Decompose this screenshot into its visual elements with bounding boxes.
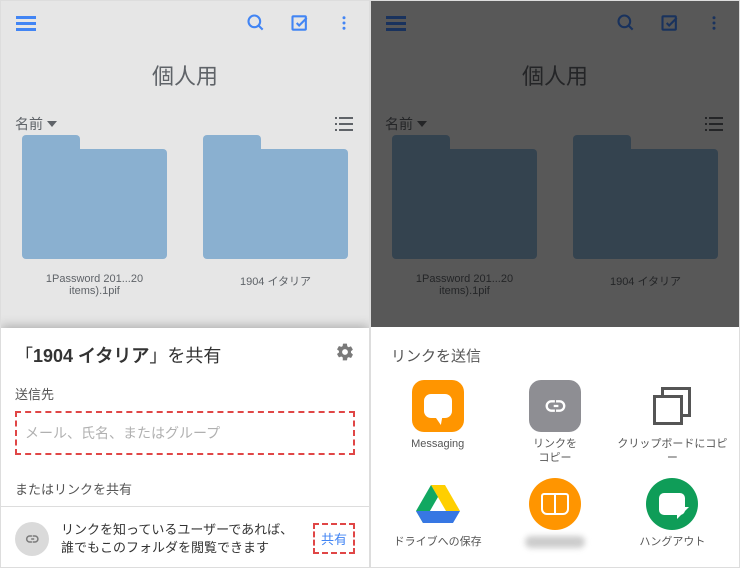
gdrive-icon	[412, 478, 464, 530]
hangouts-icon	[646, 478, 698, 530]
folder-item[interactable]: 1Password 201...20 items).1pif	[19, 149, 170, 297]
link-send-title: リンクを送信	[391, 345, 719, 366]
screen-share-dialog: 個人用 名前 1Password 201...20 items).1pif	[0, 0, 370, 568]
share-bottom-sheet: 「1904 イタリア」を共有 送信先 メール、氏名、またはグループ またはリンク…	[1, 328, 369, 567]
folder-label: 1904 イタリア	[200, 273, 351, 289]
share-button[interactable]: 共有	[313, 523, 355, 554]
folder-icon	[22, 149, 167, 259]
send-to-label: 送信先	[15, 384, 355, 403]
copylink-icon	[529, 380, 581, 432]
menu-icon[interactable]	[15, 12, 37, 34]
more-icon[interactable]	[333, 12, 355, 34]
recipient-placeholder: メール、氏名、またはグループ	[25, 425, 220, 441]
share-title: 「1904 イタリア」を共有	[15, 342, 221, 368]
app-label: ハングアウト	[614, 536, 731, 550]
app-copy-link[interactable]: リンクを コピー	[496, 380, 613, 466]
app-label	[525, 536, 585, 548]
page-title: 個人用	[1, 45, 369, 113]
link-description: リンクを知っているユーザーであれば、誰でもこのフォルダを閲覧できます	[61, 521, 301, 557]
app-label: ドライブへの保存	[379, 536, 496, 550]
link-icon	[15, 522, 49, 556]
sort-label: 名前	[15, 114, 43, 134]
folder-item[interactable]: 1904 イタリア	[200, 149, 351, 297]
recipient-input[interactable]: メール、氏名、またはグループ	[15, 411, 355, 455]
app-hangouts[interactable]: ハングアウト	[614, 478, 731, 550]
app-drive-save[interactable]: ドライブへの保存	[379, 478, 496, 550]
divider	[1, 506, 369, 507]
app-label: クリップボードにコピー	[614, 438, 731, 466]
or-link-label: またはリンクを共有	[15, 479, 355, 498]
link-send-sheet: リンクを送信 Messaging リンクを コピー クリップボードにコピー	[371, 327, 739, 567]
app-clipboard[interactable]: クリップボードにコピー	[614, 380, 731, 466]
clipboard-icon	[646, 380, 698, 432]
books-icon	[529, 478, 581, 530]
topbar	[1, 1, 369, 45]
folder-icon	[203, 149, 348, 259]
sort-button[interactable]: 名前	[15, 114, 57, 134]
gear-icon[interactable]	[335, 342, 355, 367]
folder-label: 1Password 201...20 items).1pif	[19, 273, 170, 297]
app-messaging[interactable]: Messaging	[379, 380, 496, 466]
search-icon[interactable]	[245, 12, 267, 34]
screen-link-send: 個人用 名前 1Password 201...20 items).1pif	[370, 0, 740, 568]
messaging-icon	[412, 380, 464, 432]
select-icon[interactable]	[289, 12, 311, 34]
app-label: Messaging	[379, 438, 496, 452]
app-books[interactable]	[496, 478, 613, 550]
app-label: リンクを コピー	[496, 438, 613, 466]
view-list-icon[interactable]	[333, 113, 355, 135]
